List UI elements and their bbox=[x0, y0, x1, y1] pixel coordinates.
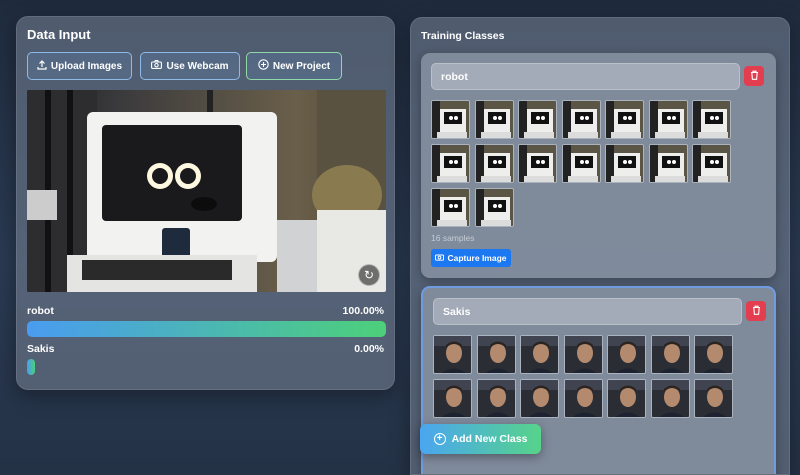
sample-thumbnail[interactable] bbox=[694, 335, 733, 374]
capture-image-label: Capture Image bbox=[447, 253, 507, 263]
webcam-image bbox=[27, 90, 386, 292]
plus-circle-icon: + bbox=[433, 433, 446, 445]
use-webcam-button[interactable]: Use Webcam bbox=[140, 52, 240, 80]
sample-thumbnail[interactable] bbox=[520, 379, 559, 418]
capture-image-button[interactable]: Capture Image bbox=[431, 249, 511, 267]
prediction-bar-robot bbox=[27, 321, 386, 337]
sample-thumbnail[interactable] bbox=[476, 335, 516, 374]
sample-thumbnail[interactable] bbox=[607, 335, 646, 374]
sample-thumbnail[interactable] bbox=[518, 100, 557, 139]
camera-icon bbox=[435, 253, 445, 263]
new-project-button[interactable]: New Project bbox=[246, 52, 342, 80]
prediction-bar-sakis bbox=[27, 359, 386, 375]
sample-thumbnail[interactable] bbox=[433, 379, 472, 418]
trash-icon bbox=[752, 302, 761, 320]
delete-class-button[interactable] bbox=[744, 66, 764, 86]
add-new-class-label: Add New Class bbox=[451, 433, 528, 445]
sample-thumbnail[interactable] bbox=[607, 379, 646, 418]
sample-thumbnail[interactable] bbox=[431, 188, 470, 227]
training-classes-title: Training Classes bbox=[421, 30, 505, 42]
prediction-label-sakis: Sakis bbox=[27, 343, 55, 355]
new-project-label: New Project bbox=[272, 60, 331, 72]
sample-thumbnail[interactable] bbox=[476, 379, 516, 418]
sample-thumbnail[interactable] bbox=[474, 100, 514, 139]
training-classes-panel: Training Classes robot 16 samples Captur… bbox=[410, 17, 790, 475]
delete-class-button[interactable] bbox=[746, 301, 766, 321]
switch-camera-button[interactable]: ↻ bbox=[358, 264, 380, 286]
sample-thumbnail[interactable] bbox=[561, 144, 601, 183]
sample-thumbnail[interactable] bbox=[518, 144, 557, 183]
sample-thumbnail[interactable] bbox=[563, 335, 603, 374]
add-new-class-button[interactable]: + Add New Class bbox=[420, 424, 541, 454]
plus-circle-icon bbox=[258, 59, 269, 73]
class-name-input[interactable]: robot bbox=[431, 63, 740, 90]
upload-images-label: Upload Images bbox=[50, 60, 123, 72]
sample-thumbnail[interactable] bbox=[431, 100, 470, 139]
prediction-percent-robot: 100.00% bbox=[342, 305, 384, 317]
sample-thumbnail[interactable] bbox=[561, 100, 601, 139]
camera-icon bbox=[151, 60, 163, 72]
use-webcam-label: Use Webcam bbox=[166, 60, 229, 72]
class-card-robot: robot 16 samples Capture Image bbox=[421, 53, 776, 278]
data-input-title: Data Input bbox=[27, 27, 91, 42]
prediction-fill-robot bbox=[27, 321, 386, 337]
sample-thumbnail[interactable] bbox=[431, 144, 470, 183]
sample-thumbnail[interactable] bbox=[605, 144, 644, 183]
trash-icon bbox=[750, 67, 759, 85]
sample-thumbnail[interactable] bbox=[520, 335, 559, 374]
sample-thumbnail[interactable] bbox=[648, 144, 688, 183]
sample-thumbnail[interactable] bbox=[433, 335, 472, 374]
prediction-percent-sakis: 0.00% bbox=[354, 343, 384, 355]
sample-count: 16 samples bbox=[431, 233, 475, 243]
sample-thumbnail[interactable] bbox=[605, 100, 644, 139]
sample-thumbnail[interactable] bbox=[694, 379, 733, 418]
sample-thumbnail[interactable] bbox=[692, 100, 731, 139]
upload-images-button[interactable]: Upload Images bbox=[27, 52, 132, 80]
data-input-panel: Data Input Upload Images Use Webcam New … bbox=[16, 16, 395, 390]
refresh-icon: ↻ bbox=[363, 268, 375, 282]
sample-thumbnail[interactable] bbox=[650, 379, 690, 418]
sample-thumbnail[interactable] bbox=[474, 188, 514, 227]
prediction-fill-sakis bbox=[27, 359, 35, 375]
prediction-label-robot: robot bbox=[27, 305, 54, 317]
sample-thumbnail[interactable] bbox=[648, 100, 688, 139]
sample-thumbnail[interactable] bbox=[692, 144, 731, 183]
class-name-input[interactable]: Sakis bbox=[433, 298, 742, 325]
sample-thumbnail[interactable] bbox=[650, 335, 690, 374]
upload-icon bbox=[37, 59, 47, 73]
sample-thumbnail[interactable] bbox=[563, 379, 603, 418]
sample-thumbnail[interactable] bbox=[474, 144, 514, 183]
webcam-feed: ↻ bbox=[27, 90, 386, 292]
